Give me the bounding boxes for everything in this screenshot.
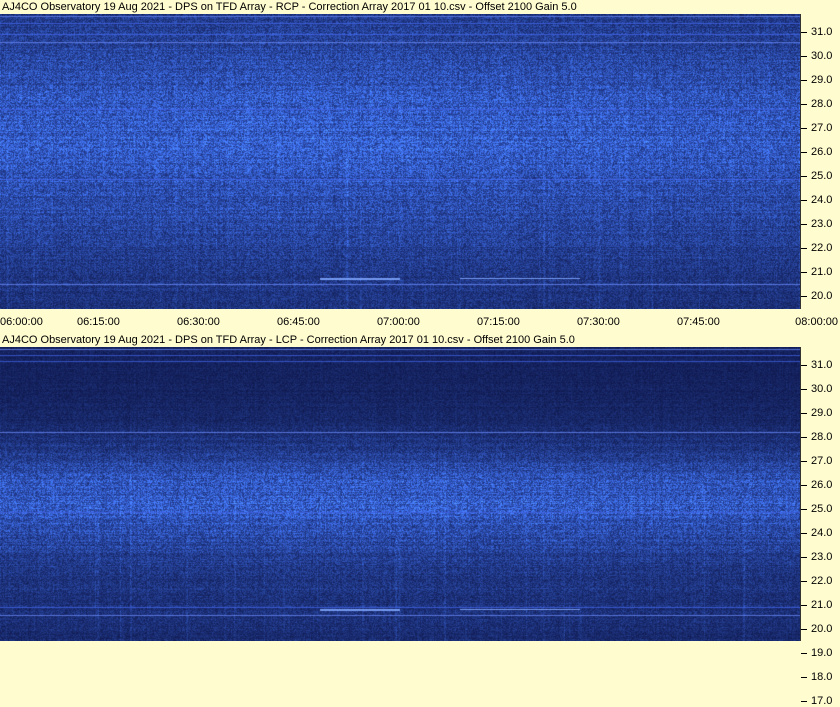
lcp-spectrogram[interactable] xyxy=(0,347,800,641)
freq-tick-25-0: 25.0 xyxy=(801,503,840,515)
freq-tick-label: 19.0 xyxy=(811,647,833,659)
tick-mark xyxy=(801,200,807,201)
freq-tick-label: 21.0 xyxy=(811,599,833,611)
freq-tick-label: 27.0 xyxy=(811,455,833,467)
time-axis: 06:00:00 06:15:00 06:30:00 06:45:00 07:00:00… xyxy=(0,314,840,330)
freq-tick-label: 21.0 xyxy=(811,266,833,278)
tick-mark xyxy=(801,557,807,558)
tick-mark xyxy=(801,224,807,225)
time-tick-label: 07:45:00 xyxy=(677,316,720,328)
tick-mark xyxy=(801,389,807,390)
freq-tick-label: 29.0 xyxy=(811,407,833,419)
time-tick-label: 07:00:00 xyxy=(377,316,420,328)
rcp-spectrogram-canvas xyxy=(0,14,800,309)
freq-tick-label: 27.0 xyxy=(811,122,833,134)
freq-tick-26-0: 26.0 xyxy=(801,479,840,491)
tick-mark xyxy=(801,296,807,297)
freq-tick-label: 26.0 xyxy=(811,479,833,491)
freq-tick-21-0: 21.0 xyxy=(801,599,840,611)
freq-tick-30-0: 30.0 xyxy=(801,383,840,395)
tick-mark xyxy=(801,80,807,81)
time-tick-label: 06:30:00 xyxy=(177,316,220,328)
freq-tick-27-0: 27.0 xyxy=(801,122,840,134)
time-tick-label: 07:30:00 xyxy=(577,316,620,328)
freq-tick-label: 20.0 xyxy=(811,290,833,302)
freq-tick-23-0: 23.0 xyxy=(801,218,840,230)
freq-tick-27-0: 27.0 xyxy=(801,455,840,467)
freq-tick-label: 22.0 xyxy=(811,575,833,587)
freq-tick-30-0: 30.0 xyxy=(801,50,840,62)
tick-mark xyxy=(801,56,807,57)
freq-tick-label: 24.0 xyxy=(811,527,833,539)
tick-mark xyxy=(801,437,807,438)
tick-mark xyxy=(801,104,807,105)
freq-tick-label: 29.0 xyxy=(811,74,833,86)
freq-tick-23-0: 23.0 xyxy=(801,551,840,563)
lcp-frequency-axis: 31.0 30.0 29.0 28.0 27.0 26.0 25.0 24.0 23.0 22.0… xyxy=(800,347,840,707)
rcp-panel-title: AJ4CO Observatory 19 Aug 2021 - DPS on T… xyxy=(0,0,840,14)
freq-tick-label: 25.0 xyxy=(811,503,833,515)
tick-mark xyxy=(801,365,807,366)
time-tick-label: 06:00:00 xyxy=(0,316,43,328)
freq-tick-label: 30.0 xyxy=(811,50,833,62)
freq-tick-25-0: 25.0 xyxy=(801,170,840,182)
freq-tick-label: 31.0 xyxy=(811,359,833,371)
freq-tick-22-0: 22.0 xyxy=(801,575,840,587)
tick-mark xyxy=(801,653,807,654)
time-tick-label: 07:15:00 xyxy=(477,316,520,328)
rcp-frequency-axis: 31.0 30.0 29.0 28.0 27.0 26.0 25.0 24.0 23.0 22.0… xyxy=(800,14,840,374)
freq-tick-29-0: 29.0 xyxy=(801,74,840,86)
tick-mark xyxy=(801,509,807,510)
tick-mark xyxy=(801,248,807,249)
freq-tick-21-0: 21.0 xyxy=(801,266,840,278)
freq-tick-28-0: 28.0 xyxy=(801,98,840,110)
freq-tick-31-0: 31.0 xyxy=(801,26,840,38)
time-tick-label: 06:15:00 xyxy=(77,316,120,328)
freq-tick-label: 24.0 xyxy=(811,194,833,206)
freq-tick-label: 23.0 xyxy=(811,551,833,563)
freq-tick-label: 26.0 xyxy=(811,146,833,158)
lcp-panel-title: AJ4CO Observatory 19 Aug 2021 - DPS on T… xyxy=(0,333,840,347)
tick-mark xyxy=(801,272,807,273)
tick-mark xyxy=(801,581,807,582)
tick-mark xyxy=(801,152,807,153)
freq-tick-label: 23.0 xyxy=(811,218,833,230)
freq-tick-24-0: 24.0 xyxy=(801,527,840,539)
freq-tick-20-0: 20.0 xyxy=(801,290,840,302)
tick-mark xyxy=(801,176,807,177)
freq-tick-20-0: 20.0 xyxy=(801,623,840,635)
freq-tick-label: 22.0 xyxy=(811,242,833,254)
tick-mark xyxy=(801,413,807,414)
lcp-spectrogram-canvas xyxy=(0,347,800,641)
tick-mark xyxy=(801,677,807,678)
freq-tick-28-0: 28.0 xyxy=(801,431,840,443)
tick-mark xyxy=(801,629,807,630)
freq-tick-26-0: 26.0 xyxy=(801,146,840,158)
freq-tick-31-0: 31.0 xyxy=(801,359,840,371)
tick-mark xyxy=(801,605,807,606)
tick-mark xyxy=(801,701,807,702)
time-tick-label: 06:45:00 xyxy=(277,316,320,328)
freq-tick-24-0: 24.0 xyxy=(801,194,840,206)
freq-tick-label: 31.0 xyxy=(811,26,833,38)
freq-tick-label: 30.0 xyxy=(811,383,833,395)
freq-tick-19-0: 19.0 xyxy=(801,647,840,659)
tick-mark xyxy=(801,128,807,129)
freq-tick-label: 17.0 xyxy=(811,695,833,707)
tick-mark xyxy=(801,461,807,462)
freq-tick-29-0: 29.0 xyxy=(801,407,840,419)
freq-tick-label: 28.0 xyxy=(811,431,833,443)
time-tick-label: 08:00:00 xyxy=(795,316,838,328)
rcp-spectrogram[interactable] xyxy=(0,14,800,309)
freq-tick-label: 18.0 xyxy=(811,671,833,683)
freq-tick-label: 25.0 xyxy=(811,170,833,182)
freq-tick-22-0: 22.0 xyxy=(801,242,840,254)
tick-mark xyxy=(801,485,807,486)
tick-mark xyxy=(801,533,807,534)
tick-mark xyxy=(801,32,807,33)
freq-tick-17-0: 17.0 xyxy=(801,695,840,707)
freq-tick-label: 20.0 xyxy=(811,623,833,635)
freq-tick-18-0: 18.0 xyxy=(801,671,840,683)
freq-tick-label: 28.0 xyxy=(811,98,833,110)
